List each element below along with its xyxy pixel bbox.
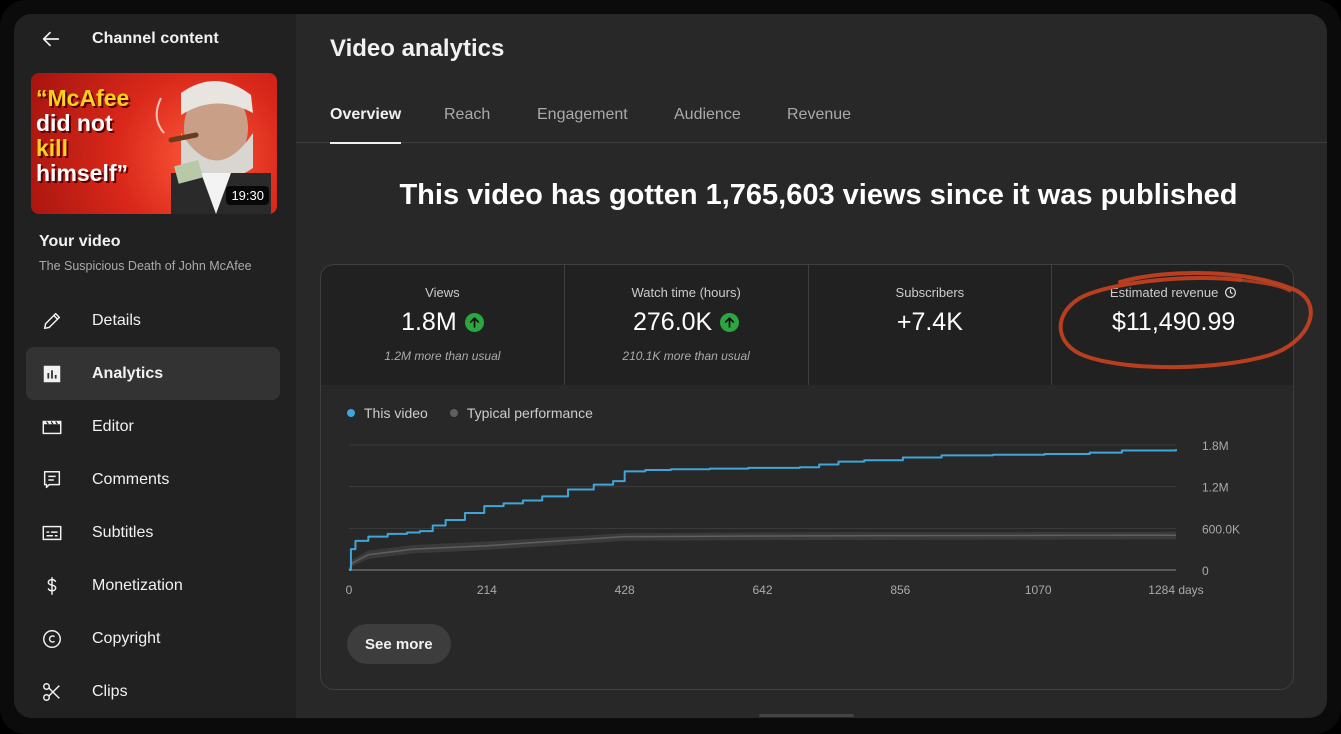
back-label: Channel content: [92, 30, 219, 47]
x-tick-label: 214: [477, 583, 497, 597]
thumbnail-caption: “McAfee did not kill himself”: [36, 86, 166, 186]
legend-dot: [449, 409, 458, 417]
thumbnail-caption-line4: himself”: [36, 160, 129, 186]
sidebar-item-label: Editor: [92, 417, 134, 435]
metric-tabs: Views 1.8M 1.2M more than usual Watch ti…: [321, 265, 1293, 385]
your-video-label: Your video: [39, 233, 121, 250]
x-tick-label: 0: [346, 583, 353, 597]
bar-chart-icon: [40, 362, 64, 386]
y-tick-label: 0: [1202, 564, 1209, 578]
scissors-icon: [40, 680, 64, 704]
metric-value: 1.8M: [401, 308, 457, 336]
sidebar-item-subtitles[interactable]: Subtitles: [26, 506, 280, 559]
legend-typical-performance: Typical performance: [449, 405, 593, 421]
metric-watch-time[interactable]: Watch time (hours) 276.0K 210.1K more th…: [564, 265, 809, 385]
thumbnail-caption-line3: kill: [36, 135, 68, 161]
sidebar-item-label: Analytics: [92, 364, 164, 382]
legend-this-video: This video: [347, 405, 428, 421]
metric-value: $11,490.99: [1111, 308, 1236, 336]
metric-label-row: Estimated revenue: [1052, 285, 1293, 300]
arrow-left-icon[interactable]: [40, 28, 62, 50]
metric-views[interactable]: Views 1.8M 1.2M more than usual: [321, 265, 565, 385]
metric-value: 276.0K: [633, 308, 713, 336]
tab-revenue[interactable]: Revenue: [787, 93, 851, 143]
typical-performance-band: [349, 531, 1176, 570]
metric-label: Subscribers: [895, 285, 965, 300]
metric-estimated-revenue[interactable]: Estimated revenue $11,490.99: [1052, 265, 1293, 385]
sidebar-item-label: Subtitles: [92, 523, 154, 541]
sidebar: Channel content “McAfee did not kill him…: [14, 14, 296, 718]
page-title: Video analytics: [330, 35, 505, 62]
x-tick-label: 1284 days: [1148, 583, 1203, 597]
sidebar-item-editor[interactable]: Editor: [26, 400, 280, 453]
y-tick-label: 600.0K: [1202, 522, 1240, 536]
tab-audience[interactable]: Audience: [674, 93, 741, 143]
home-indicator: [759, 714, 854, 717]
legend-dot: [347, 409, 355, 417]
see-more-button[interactable]: See more: [347, 624, 451, 664]
metric-note: 1.2M more than usual: [384, 349, 501, 363]
dollar-icon: [40, 574, 64, 598]
analytics-tabs: Overview Reach Engagement Audience Reven…: [296, 93, 1327, 144]
metric-value-row: 1.8M: [321, 308, 564, 337]
sidebar-item-comments[interactable]: Comments: [26, 453, 280, 506]
analytics-card: Views 1.8M 1.2M more than usual Watch ti…: [320, 264, 1294, 690]
tab-overview[interactable]: Overview: [330, 93, 402, 144]
metric-value-row: $11,490.99: [1052, 308, 1293, 337]
legend-label: Typical performance: [466, 405, 593, 421]
clock-icon: [1225, 287, 1237, 298]
video-title: The Suspicious Death of John McAfee: [39, 259, 252, 273]
sidebar-item-copyright[interactable]: Copyright: [26, 612, 280, 665]
sidebar-item-analytics[interactable]: Analytics: [26, 347, 280, 400]
x-tick-label: 642: [752, 583, 772, 597]
this-video-line: [349, 449, 1177, 571]
metric-label: Estimated revenue: [1109, 285, 1219, 300]
sidebar-item-label: Copyright: [92, 629, 161, 647]
legend-label: This video: [364, 405, 428, 421]
sidebar-item-details[interactable]: Details: [26, 294, 280, 347]
arrow-up-circle-icon: [464, 313, 484, 332]
sidebar-item-clips[interactable]: Clips: [26, 665, 280, 718]
duration-badge: 19:30: [226, 186, 269, 205]
x-tick-label: 428: [615, 583, 635, 597]
y-tick-label: 1.2M: [1202, 481, 1229, 495]
metric-note: 210.1K more than usual: [622, 349, 750, 363]
x-tick-label: 1070: [1025, 583, 1052, 597]
views-chart: 1.8M 1.2M 600.0K 0 0 214 428 642 856 1070 1284 day…: [346, 439, 1240, 597]
device-frame: Channel content “McAfee did not kill him…: [0, 0, 1341, 734]
chart-legend: This video Typical performance: [347, 405, 593, 421]
sidebar-item-monetization[interactable]: Monetization: [26, 559, 280, 612]
tab-engagement[interactable]: Engagement: [537, 93, 628, 143]
back-row[interactable]: Channel content: [40, 28, 219, 50]
clapperboard-icon: [40, 415, 64, 439]
y-tick-label: 1.8M: [1202, 439, 1229, 453]
sidebar-item-label: Comments: [92, 470, 170, 488]
sidebar-item-label: Clips: [92, 682, 128, 700]
metric-value: +7.4K: [896, 308, 963, 336]
arrow-up-circle-icon: [720, 313, 740, 332]
metric-subscribers[interactable]: Subscribers +7.4K: [808, 265, 1053, 385]
video-thumbnail[interactable]: “McAfee did not kill himself” 19:30: [31, 73, 277, 214]
metric-label: Views: [425, 285, 460, 300]
sidebar-item-label: Details: [92, 311, 141, 329]
typical-performance-line: [348, 534, 1177, 571]
sidebar-item-label: Monetization: [92, 576, 183, 594]
tab-reach[interactable]: Reach: [444, 93, 490, 143]
metric-value-row: 276.0K: [565, 308, 808, 337]
sidebar-nav: Details Analytics Editor Comments Subtit…: [26, 294, 280, 718]
studio-screen: Channel content “McAfee did not kill him…: [14, 14, 1327, 718]
metric-value-row: +7.4K: [809, 308, 1052, 337]
views-headline: This video has gotten 1,765,603 views si…: [399, 179, 1238, 211]
subtitles-icon: [40, 521, 64, 545]
metric-label: Watch time (hours): [631, 285, 741, 300]
pencil-icon: [40, 309, 64, 333]
thumbnail-caption-line2: did not: [36, 110, 113, 136]
copyright-icon: [40, 627, 64, 651]
comment-icon: [40, 468, 64, 492]
main-content: Video analytics Overview Reach Engagemen…: [296, 14, 1327, 718]
thumbnail-caption-line1: “McAfee: [36, 85, 130, 111]
x-tick-label: 856: [890, 583, 910, 597]
